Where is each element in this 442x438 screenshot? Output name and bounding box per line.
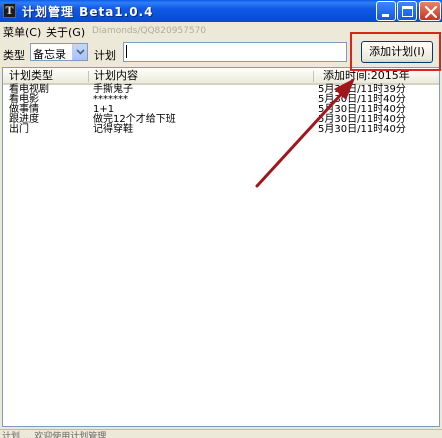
maximize-icon xyxy=(402,6,413,17)
cell-type: 出门 xyxy=(9,124,29,135)
menu-item-about[interactable]: 关于(G) xyxy=(46,24,85,40)
close-button[interactable] xyxy=(419,1,441,21)
plan-input[interactable] xyxy=(123,42,347,62)
author-contact-text: Diamonds/QQ820957570 xyxy=(92,26,207,36)
table-row[interactable]: 出门 记得穿鞋 5月30日/11时40分 xyxy=(3,125,439,135)
chevron-down-icon xyxy=(76,49,85,55)
title-bar[interactable]: T 计划管理 Beta1.0.4 xyxy=(0,0,442,22)
text-caret xyxy=(126,45,127,58)
type-label: 类型 xyxy=(3,49,25,62)
status-bar: 计划 ... 欢迎使用计划管理 xyxy=(0,429,442,438)
list-header: 计划类型 计划内容 添加时间:2015年 xyxy=(3,68,439,85)
menu-bar: 菜单(C) 关于(G) Diamonds/QQ820957570 xyxy=(0,22,442,40)
list-rows: 看电视剧 手撕鬼子 5月30日/11时39分 看电影 ******* 5月30日… xyxy=(3,85,439,135)
dropdown-arrow-button[interactable] xyxy=(72,44,87,60)
menu-item-menu[interactable]: 菜单(C) xyxy=(3,24,41,40)
type-dropdown[interactable]: 备忘录 xyxy=(30,43,88,61)
minimize-icon xyxy=(382,14,389,17)
minimize-button[interactable] xyxy=(376,1,396,21)
close-icon xyxy=(424,5,438,19)
app-window: T 计划管理 Beta1.0.4 菜单(C) 关于(G) Diamonds/QQ… xyxy=(0,0,442,438)
maximize-button[interactable] xyxy=(397,1,417,21)
column-header-content[interactable]: 计划内容 xyxy=(88,68,313,85)
plan-list[interactable]: 计划类型 计划内容 添加时间:2015年 看电视剧 手撕鬼子 5月30日/11时… xyxy=(2,67,440,427)
column-header-type[interactable]: 计划类型 xyxy=(3,68,88,85)
cell-content: 记得穿鞋 xyxy=(93,124,133,135)
plan-label: 计划 xyxy=(94,49,116,62)
type-dropdown-value: 备忘录 xyxy=(33,48,66,61)
cell-time: 5月30日/11时40分 xyxy=(318,124,406,135)
add-plan-button[interactable]: 添加计划(I) xyxy=(361,41,433,63)
window-title: 计划管理 Beta1.0.4 xyxy=(22,5,154,19)
status-text: 计划 ... 欢迎使用计划管理 xyxy=(2,432,107,438)
app-icon: T xyxy=(3,3,16,18)
column-header-time[interactable]: 添加时间:2015年 xyxy=(313,68,439,85)
